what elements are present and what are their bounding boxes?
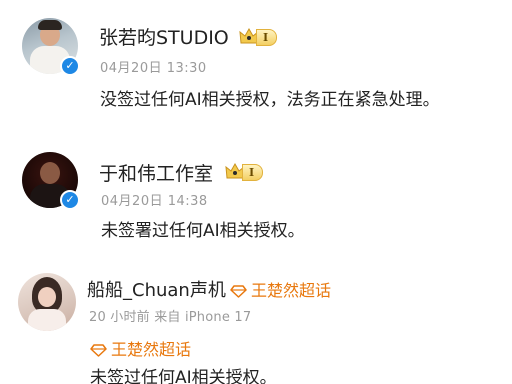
author-name[interactable]: 张若昀STUDIO bbox=[99, 27, 229, 49]
level-label: I bbox=[256, 28, 278, 46]
avatar[interactable]: ✓ bbox=[22, 152, 80, 210]
super-topic-tag[interactable]: 王楚然超话 bbox=[230, 281, 331, 301]
level-badge[interactable]: I bbox=[225, 163, 264, 181]
level-badge[interactable]: I bbox=[239, 28, 278, 46]
post-meta: 20 小时前 来自 iPhone 17 bbox=[89, 310, 252, 325]
post-timestamp: 04月20日 13:30 bbox=[100, 61, 207, 76]
post-content: 未签署过任何AI相关授权。 bbox=[101, 221, 305, 241]
verified-icon: ✓ bbox=[60, 190, 80, 210]
super-topic-label: 王楚然超话 bbox=[251, 281, 332, 300]
inline-super-topic-label: 王楚然超话 bbox=[111, 340, 192, 359]
avatar[interactable] bbox=[18, 273, 76, 331]
post-zhang-ruoyun-studio: ✓ 张若昀STUDIO I 04月20日 13:30 没签过任何AI相关授权，法… bbox=[0, 0, 512, 140]
diamond-icon bbox=[230, 284, 247, 298]
post-content: 没签过任何AI相关授权，法务正在紧急处理。 bbox=[100, 90, 440, 110]
post-chuan: 船船_Chuan声机 王楚然超话 20 小时前 来自 iPhone 17 王楚然… bbox=[0, 265, 512, 384]
verified-icon: ✓ bbox=[60, 56, 80, 76]
level-label: I bbox=[242, 163, 264, 181]
post-timestamp: 04月20日 14:38 bbox=[101, 194, 208, 209]
author-name[interactable]: 于和伟工作室 bbox=[99, 163, 213, 185]
inline-super-topic-link[interactable]: 王楚然超话 bbox=[90, 340, 191, 360]
post-yu-hewei-studio: ✓ 于和伟工作室 I 04月20日 14:38 未签署过任何AI相关授权。 bbox=[0, 140, 512, 265]
diamond-icon bbox=[90, 343, 107, 357]
comment-feed: ✓ 张若昀STUDIO I 04月20日 13:30 没签过任何AI相关授权，法… bbox=[0, 0, 512, 384]
author-name[interactable]: 船船_Chuan声机 bbox=[87, 280, 226, 302]
avatar[interactable]: ✓ bbox=[22, 18, 80, 76]
post-content: 未签过任何AI相关授权。 bbox=[90, 368, 277, 384]
